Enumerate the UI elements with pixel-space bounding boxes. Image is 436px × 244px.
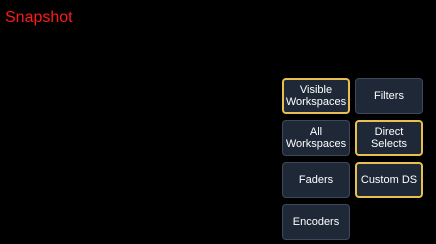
custom-ds-button[interactable]: Custom DS bbox=[355, 162, 423, 198]
faders-button[interactable]: Faders bbox=[282, 162, 350, 198]
direct-selects-button[interactable]: Direct Selects bbox=[355, 120, 423, 156]
encoders-button[interactable]: Encoders bbox=[282, 204, 350, 240]
page-title: Snapshot bbox=[5, 9, 73, 26]
visible-workspaces-button[interactable]: Visible Workspaces bbox=[282, 78, 350, 114]
filters-button[interactable]: Filters bbox=[355, 78, 423, 114]
all-workspaces-button[interactable]: All Workspaces bbox=[282, 120, 350, 156]
